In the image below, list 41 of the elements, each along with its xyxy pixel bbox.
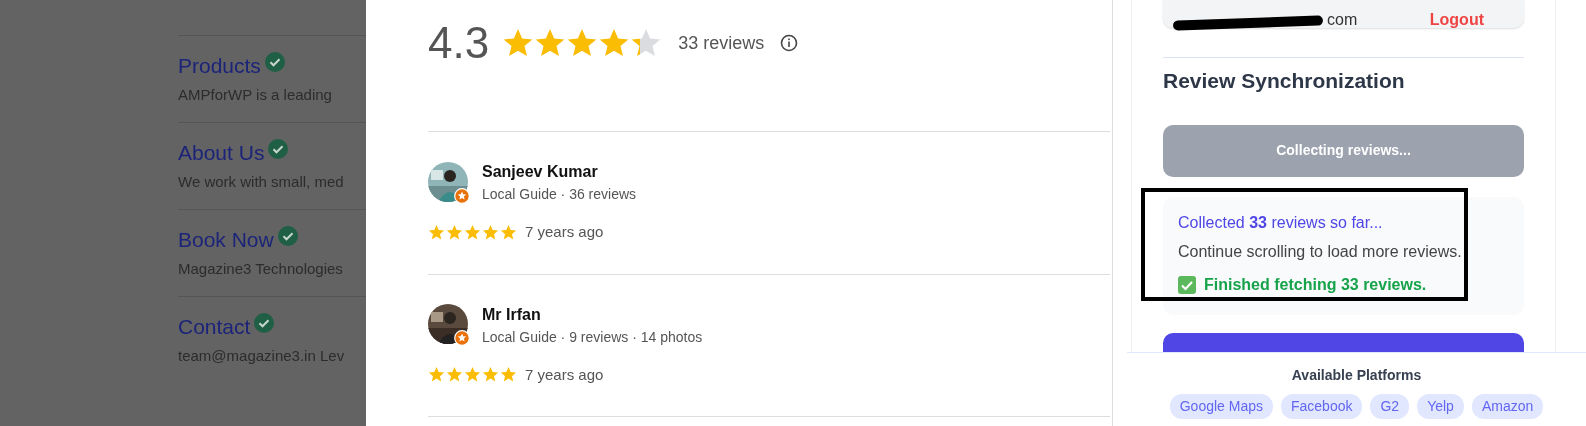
finished-text: Finished fetching 33 reviews. <box>1204 274 1427 295</box>
star-icon <box>500 366 517 384</box>
star-icon <box>534 27 567 59</box>
reviewer-name[interactable]: Mr Irfan <box>482 302 703 327</box>
review-time: 7 years ago <box>525 364 604 385</box>
platform-chip[interactable]: Yelp <box>1417 394 1464 419</box>
review-time: 7 years ago <box>525 222 604 242</box>
platform-chip[interactable]: Google Maps <box>1169 394 1273 419</box>
platform-chip[interactable]: Facebook <box>1281 394 1363 419</box>
hint-text: Continue scrolling to load more reviews. <box>1178 241 1463 262</box>
star-icon <box>502 27 535 59</box>
star-icon <box>566 27 599 59</box>
star-icon <box>464 223 481 241</box>
star-icon <box>446 366 463 384</box>
star-icon <box>428 223 445 241</box>
menu-link[interactable]: Book Now <box>178 224 274 256</box>
star-icon <box>598 27 631 59</box>
rating-value: 4.3 <box>428 21 490 65</box>
footer-title: Available Platforms <box>1290 366 1423 385</box>
star-icon <box>630 27 663 59</box>
progress-text: Collected 33 reviews so far... <box>1178 212 1384 233</box>
account-email: com <box>1327 12 1358 28</box>
review-count: 33 reviews <box>678 31 765 55</box>
section-heading: Review Synchronization <box>1163 57 1524 97</box>
reviewer-name[interactable]: Sanjeev Kumar <box>482 160 637 184</box>
star-icon <box>428 366 445 384</box>
star-icon <box>482 223 499 241</box>
menu-link[interactable]: Products <box>178 50 261 82</box>
star-icon <box>464 366 481 384</box>
menu-link[interactable]: Contact <box>178 311 251 343</box>
star-icon <box>446 223 463 241</box>
reviewer-meta: Local Guide · 36 reviews <box>482 185 637 204</box>
save-button[interactable] <box>1163 332 1524 353</box>
star-icon <box>482 366 499 384</box>
star-icon <box>500 223 517 241</box>
platform-chip[interactable]: G2 <box>1370 394 1410 419</box>
reviewer-meta: Local Guide · 9 reviews · 14 photos <box>482 327 703 347</box>
menu-link[interactable]: About Us <box>178 137 265 169</box>
logout-link[interactable]: Logout <box>1429 12 1484 28</box>
platform-chip[interactable]: Amazon <box>1471 394 1544 419</box>
info-icon[interactable] <box>780 34 799 52</box>
